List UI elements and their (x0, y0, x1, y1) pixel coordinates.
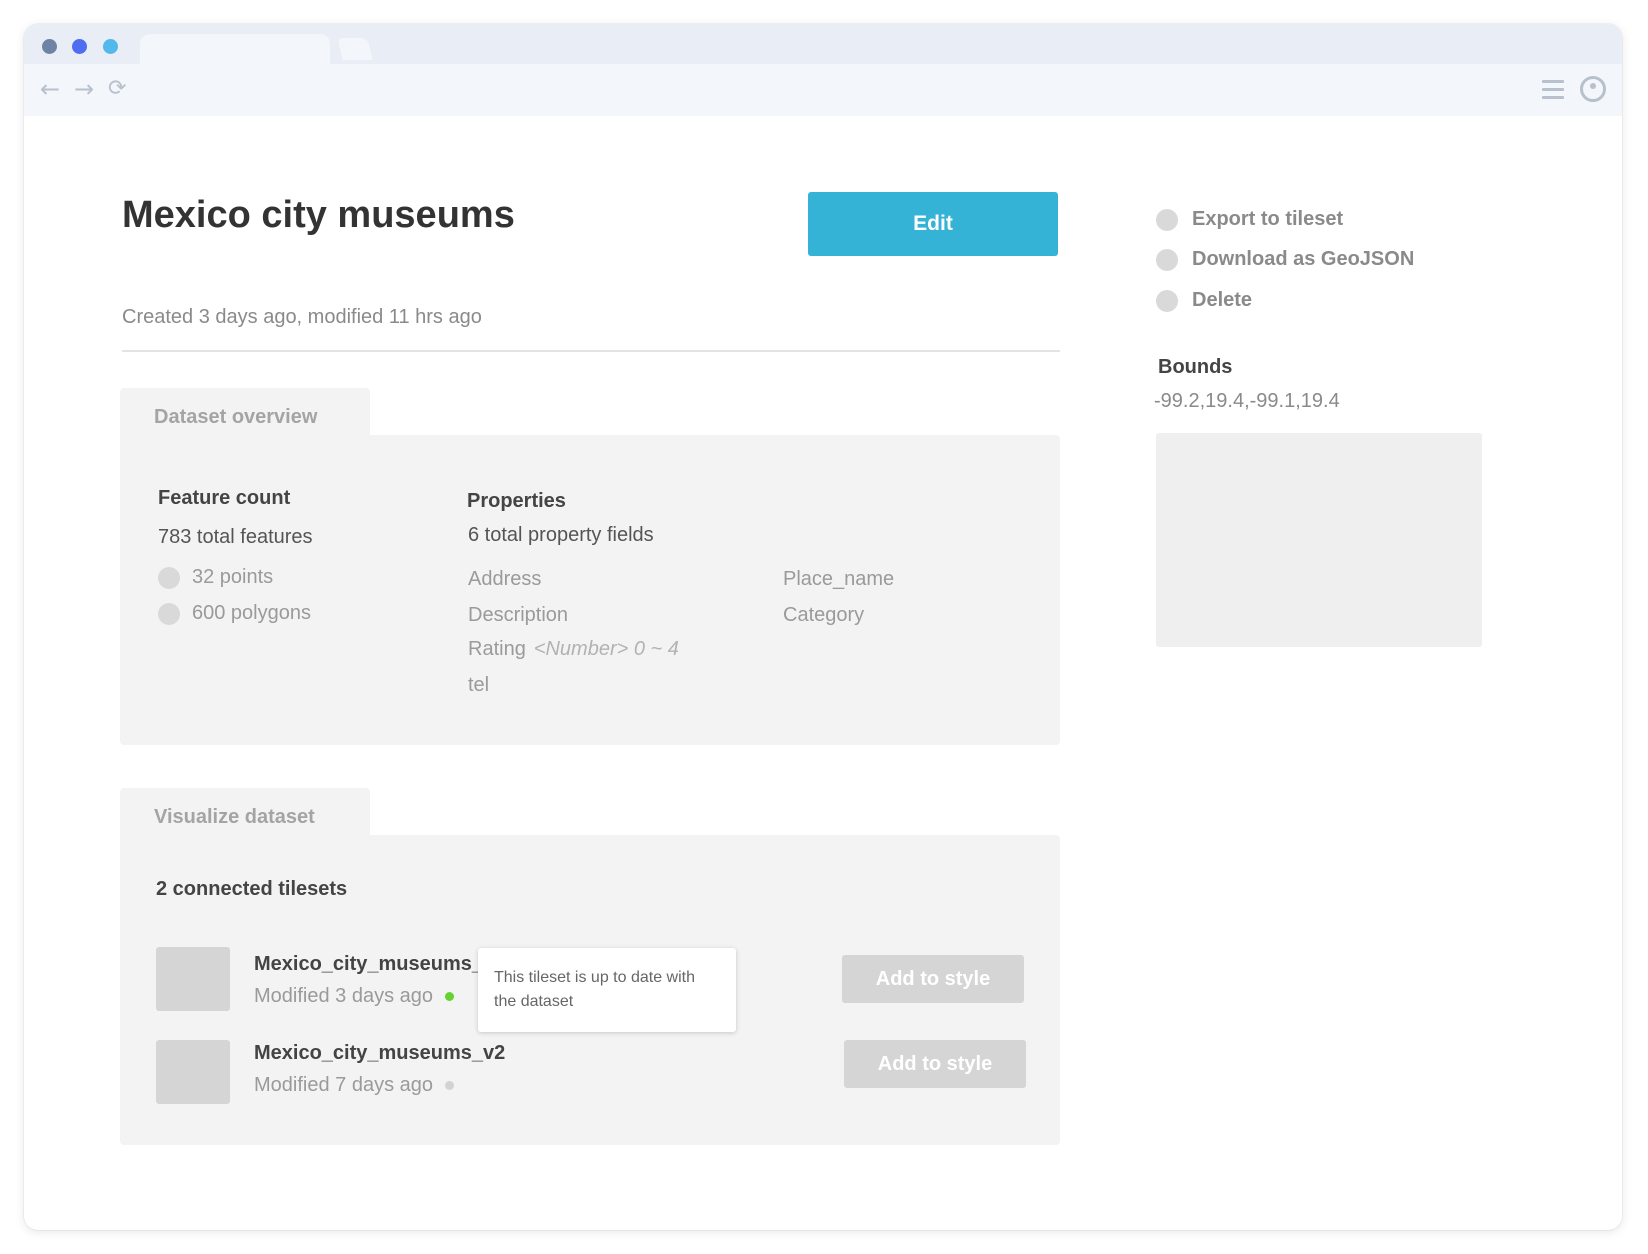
dataset-overview-panel: Feature count 783 total features 32 poin… (120, 435, 1060, 745)
property-field: Category (783, 604, 865, 626)
browser-toolbar: ← → ⟳ (24, 64, 1622, 116)
download-icon (1156, 248, 1178, 271)
browser-tab-active[interactable] (140, 34, 330, 66)
hamburger-menu-icon[interactable] (1542, 80, 1564, 100)
reload-icon[interactable]: ⟳ (108, 77, 126, 101)
add-to-style-button[interactable]: Add to style (844, 1040, 1026, 1088)
connected-tilesets-count: 2 connected tilesets (156, 878, 348, 900)
dataset-meta: Created 3 days ago, modified 11 hrs ago (122, 306, 482, 328)
window-minimize-dot[interactable] (72, 39, 87, 54)
bounds-label: Bounds (1158, 356, 1233, 378)
page-content: Mexico city museums Edit Created 3 days … (24, 116, 1622, 1230)
property-field: tel (468, 674, 490, 696)
divider (122, 350, 1060, 352)
tab-visualize-dataset[interactable]: Visualize dataset (120, 788, 370, 840)
browser-titlebar (24, 24, 1622, 66)
status-up-to-date-icon[interactable] (445, 992, 455, 1001)
delete-icon (1156, 289, 1178, 312)
bounds-value: -99.2,19.4,-99.1,19.4 (1154, 390, 1340, 412)
properties-total: 6 total property fields (468, 524, 654, 546)
delete-action[interactable]: Delete (1156, 289, 1252, 312)
browser-window: ← → ⟳ Mexico city museums Edit Created 3… (24, 24, 1622, 1230)
status-tooltip: This tileset is up to date with the data… (478, 948, 736, 1032)
property-field: Place_name (783, 568, 895, 590)
window-maximize-dot[interactable] (103, 39, 118, 54)
tileset-modified: Modified 7 days ago (254, 1074, 455, 1097)
tileset-name-link[interactable]: Mexico_city_museums_ (254, 953, 483, 976)
feature-count-heading: Feature count (158, 487, 291, 509)
tab-dataset-overview[interactable]: Dataset overview (120, 388, 370, 440)
edit-button[interactable]: Edit (808, 192, 1058, 256)
tileset-name-link[interactable]: Mexico_city_museums_v2 (254, 1042, 505, 1065)
page-title: Mexico city museums (122, 194, 515, 236)
status-outdated-icon[interactable] (445, 1081, 455, 1090)
property-field-rating: Rating <Number> 0 ~ 4 (468, 638, 679, 660)
rating-type-hint: <Number> 0 ~ 4 (533, 638, 679, 660)
tileset-thumbnail[interactable] (156, 1040, 230, 1104)
properties-heading: Properties (467, 490, 566, 512)
feature-count-total: 783 total features (158, 526, 313, 548)
extension-icon[interactable] (1580, 76, 1606, 102)
visualize-dataset-panel: 2 connected tilesets Mexico_city_museums… (120, 835, 1060, 1145)
feature-type-points: 32 points (158, 566, 273, 589)
tileset-thumbnail[interactable] (156, 947, 230, 1011)
download-geojson-action[interactable]: Download as GeoJSON (1156, 248, 1414, 271)
tileset-modified: Modified 3 days ago (254, 985, 455, 1008)
back-arrow-icon[interactable]: ← (40, 77, 60, 101)
window-close-dot[interactable] (42, 39, 57, 54)
new-tab-button[interactable] (337, 38, 373, 60)
add-to-style-button[interactable]: Add to style (842, 955, 1024, 1003)
export-to-tileset-action[interactable]: Export to tileset (1156, 208, 1343, 231)
point-type-icon (158, 566, 180, 589)
property-field: Address (468, 568, 542, 590)
export-icon (1156, 208, 1178, 231)
forward-arrow-icon[interactable]: → (74, 77, 94, 101)
polygon-type-icon (158, 602, 180, 625)
property-field: Description (468, 604, 569, 626)
bounds-map-preview[interactable] (1156, 433, 1482, 647)
feature-type-polygons: 600 polygons (158, 602, 311, 625)
